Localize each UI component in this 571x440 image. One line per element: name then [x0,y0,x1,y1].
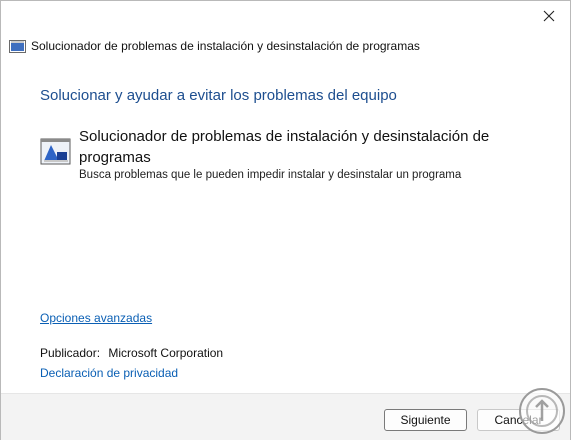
advanced-options-link[interactable]: Opciones avanzadas [40,311,152,325]
privacy-statement-link[interactable]: Declaración de privacidad [40,366,178,380]
installer-icon [40,138,71,165]
title-bar [1,1,570,33]
publisher-value: Microsoft Corporation [108,346,224,360]
window-header: Solucionador de problemas de instalación… [9,38,420,54]
troubleshooter-title: Solucionador de problemas de instalación… [79,128,490,166]
window-title: Solucionador de problemas de instalación… [31,39,420,53]
troubleshooter-description: Busca problemas que le pueden impedir in… [79,169,462,181]
next-button[interactable]: Siguiente [384,409,467,431]
page-title: Solucionar y ayudar a evitar los problem… [40,87,397,104]
close-icon [543,10,555,22]
button-bar: Siguiente Cancelar [1,393,570,440]
publisher-label: Publicador: [40,346,101,360]
close-button[interactable] [534,3,564,29]
troubleshooter-icon [9,39,26,53]
troubleshooter-window: Solucionador de problemas de instalación… [0,0,571,440]
watermark-logo [519,388,565,434]
publisher-info: Publicador: Microsoft Corporation [40,346,223,360]
